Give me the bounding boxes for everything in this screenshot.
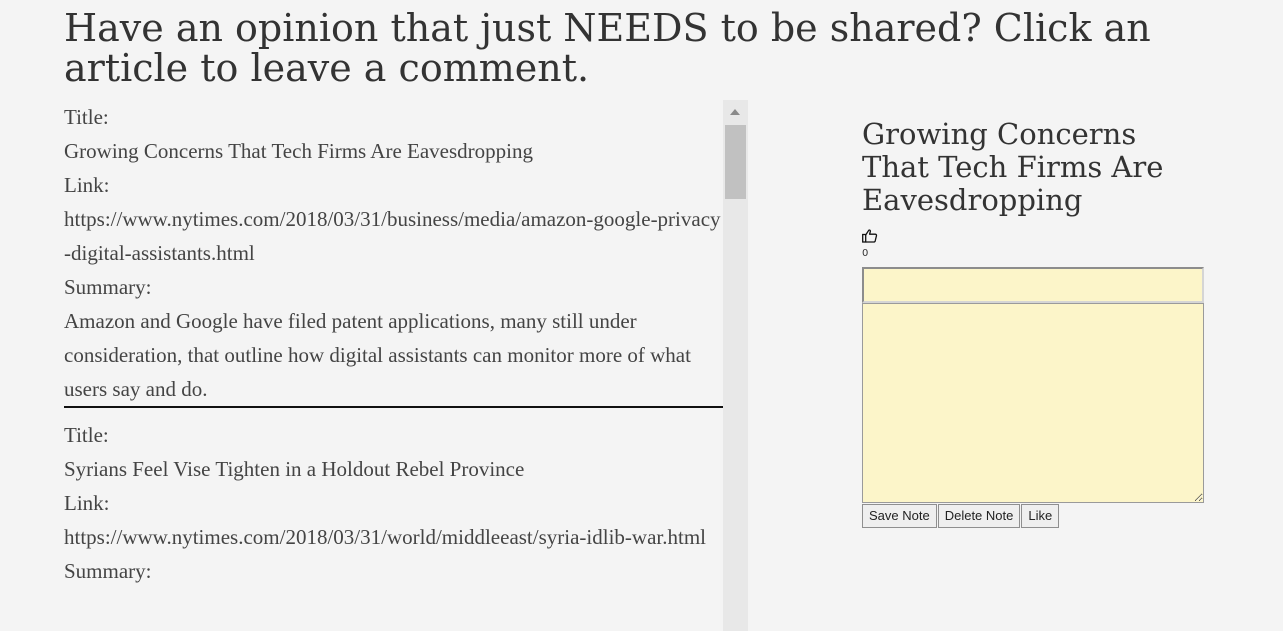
note-panel: Growing Concerns That Tech Firms Are Eav… bbox=[862, 118, 1204, 528]
scroll-up-arrow-icon[interactable] bbox=[730, 109, 740, 115]
article-item[interactable]: Title: Syrians Feel Vise Tighten in a Ho… bbox=[64, 406, 723, 588]
article-title-label: Title: bbox=[64, 105, 109, 129]
article-item[interactable]: Title: Growing Concerns That Tech Firms … bbox=[64, 100, 723, 406]
article-title[interactable]: Growing Concerns That Tech Firms Are Eav… bbox=[64, 134, 723, 168]
save-note-button[interactable]: Save Note bbox=[862, 504, 937, 528]
note-body-textarea[interactable] bbox=[862, 303, 1204, 503]
like-button[interactable]: Like bbox=[1021, 504, 1060, 528]
delete-note-button[interactable]: Delete Note bbox=[937, 504, 1021, 528]
thumbs-up-icon[interactable] bbox=[862, 229, 878, 243]
article-link-label: Link: bbox=[64, 491, 110, 515]
article-link[interactable]: https://www.nytimes.com/2018/03/31/world… bbox=[64, 520, 723, 554]
articles-list: Title: Growing Concerns That Tech Firms … bbox=[64, 100, 723, 588]
article-title-label: Title: bbox=[64, 423, 109, 447]
note-article-title: Growing Concerns That Tech Firms Are Eav… bbox=[862, 117, 1164, 217]
articles-panel[interactable]: Title: Growing Concerns That Tech Firms … bbox=[64, 100, 748, 631]
article-summary: Amazon and Google have filed patent appl… bbox=[64, 309, 691, 401]
scroll-thumb[interactable] bbox=[725, 125, 746, 199]
like-count: 0 bbox=[862, 248, 869, 259]
article-link[interactable]: https://www.nytimes.com/2018/03/31/busin… bbox=[64, 202, 723, 270]
article-title[interactable]: Syrians Feel Vise Tighten in a Holdout R… bbox=[64, 452, 723, 486]
note-button-row: Save Note Delete Note Like bbox=[862, 504, 1204, 528]
article-summary-label: Summary: bbox=[64, 275, 152, 299]
page-heading: Have an opinion that just NEEDS to be sh… bbox=[64, 6, 1151, 90]
note-title-input[interactable] bbox=[862, 267, 1204, 303]
article-link-label: Link: bbox=[64, 173, 110, 197]
article-summary-label: Summary: bbox=[64, 559, 152, 583]
articles-scrollbar[interactable] bbox=[723, 100, 748, 631]
